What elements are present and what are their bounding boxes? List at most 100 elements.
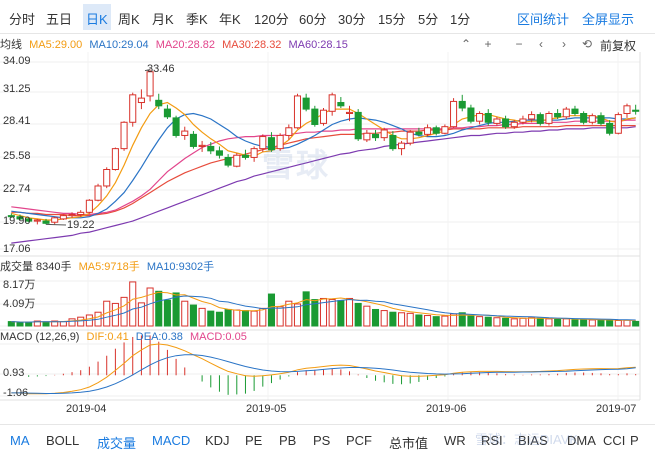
- price-tick-2: 31.25: [3, 83, 31, 95]
- volume-bar: [267, 293, 276, 327]
- volume-bar: [259, 307, 267, 327]
- volume-bar: [68, 318, 76, 327]
- volume-bar: [571, 319, 579, 327]
- candle-body: [354, 111, 362, 140]
- candle-body: [632, 109, 640, 112]
- volume-bar: [215, 311, 223, 327]
- macd-lines: [11, 343, 636, 395]
- candle-body: [146, 71, 154, 97]
- candle-body: [562, 108, 570, 118]
- indicator-tab-ma[interactable]: MA: [10, 433, 30, 448]
- volume-bar: [77, 316, 85, 327]
- price-tick-3: 28.41: [3, 115, 31, 127]
- candle-body: [224, 156, 232, 166]
- macd-tick-2: -1.06: [3, 387, 29, 399]
- volume-bar: [614, 319, 622, 327]
- indicator-tab-pb[interactable]: PB: [279, 433, 296, 448]
- candle-body: [337, 102, 345, 107]
- candle-body: [233, 154, 241, 167]
- volume-bar: [493, 317, 501, 327]
- volume-bar: [415, 314, 423, 327]
- candle-body: [328, 94, 336, 112]
- candle-body: [467, 107, 475, 122]
- candle-body: [137, 97, 145, 104]
- volume-bar: [467, 315, 475, 327]
- volume-bar: [233, 309, 241, 327]
- volume-bar: [476, 316, 484, 327]
- volume-bar: [545, 318, 553, 327]
- volume-bar: [389, 311, 397, 327]
- candle-body: [319, 109, 328, 124]
- volume-bar: [406, 312, 414, 327]
- macd-dea: DEA:0.38: [135, 331, 183, 343]
- price-tick-7: 17.06: [3, 243, 31, 255]
- candle-body: [363, 132, 371, 141]
- date-label-apr: 2019-04: [66, 403, 107, 415]
- volume-bar: [502, 317, 510, 327]
- indicator-tab-mktcap[interactable]: 总市值: [389, 433, 428, 452]
- volume-bar: [224, 308, 232, 327]
- candle-body: [450, 100, 458, 128]
- indicator-tab-wr[interactable]: WR: [444, 433, 466, 448]
- candle-body: [380, 129, 388, 139]
- volume-bar: [155, 290, 163, 327]
- volume-bar: [241, 310, 249, 327]
- volume-tick-2: 4.09万: [3, 298, 36, 310]
- candle-body: [424, 127, 432, 135]
- indicator-tab-volume[interactable]: 成交量: [97, 433, 136, 452]
- volume-legend: 成交量 8340手 MA5:9718手 MA10:9302手: [0, 258, 218, 274]
- volume-ma10: MA10:9302手: [146, 261, 215, 273]
- indicator-tab-pe[interactable]: PE: [245, 433, 262, 448]
- candle-body: [293, 95, 302, 129]
- candle-body: [285, 127, 293, 136]
- volume-bar: [606, 319, 614, 327]
- indicator-tab-ps[interactable]: PS: [313, 433, 330, 448]
- candle-body: [345, 111, 354, 114]
- kline-chart[interactable]: [0, 0, 655, 424]
- candle-body: [85, 199, 93, 213]
- volume-bar: [189, 304, 197, 327]
- price-tick-4: 25.58: [3, 150, 31, 162]
- indicator-tab-kdj[interactable]: KDJ: [205, 433, 230, 448]
- low-price-label: 19.22: [67, 219, 95, 231]
- indicator-tab-cci[interactable]: CCI: [603, 433, 625, 448]
- candle-body: [614, 114, 622, 134]
- indicator-tab-boll[interactable]: BOLL: [46, 433, 79, 448]
- candle-body: [623, 105, 631, 114]
- candle-body: [510, 121, 518, 128]
- volume-bar: [163, 299, 171, 327]
- price-tick-5: 22.74: [3, 183, 31, 195]
- date-label-jul: 2019-07: [596, 403, 637, 415]
- candle-body: [59, 215, 67, 220]
- volume-bar: [432, 316, 440, 327]
- indicator-tab-pcf[interactable]: PCF: [346, 433, 372, 448]
- candle-body: [198, 144, 206, 147]
- volume-bar: [337, 300, 345, 327]
- volume-bar: [519, 317, 527, 327]
- volume-bar: [25, 321, 33, 327]
- volume-bar: [129, 281, 137, 327]
- volume-bar: [528, 317, 536, 327]
- candle-body: [111, 148, 119, 171]
- volume-bar: [484, 316, 492, 327]
- candle-body: [415, 131, 423, 135]
- volume-title: 成交量 8340手: [0, 261, 72, 273]
- macd-dif: DIF:0.41: [86, 331, 129, 343]
- watermark-logo: 雪球: [262, 147, 331, 183]
- watermark-text: 雪球：志远DIAVK: [475, 432, 579, 447]
- candle-body: [51, 217, 59, 223]
- indicator-tab-macd[interactable]: MACD: [152, 433, 190, 448]
- candle-body: [406, 131, 414, 144]
- candle-body: [432, 127, 440, 134]
- candle-body: [606, 122, 614, 134]
- macd-legend: MACD (12,26,9) DIF:0.41 DEA:0.38 MACD:0.…: [0, 331, 251, 343]
- candle-body: [172, 117, 180, 136]
- candle-body: [68, 214, 76, 217]
- candle-body: [371, 133, 380, 139]
- volume-bar: [345, 297, 354, 327]
- candle-body: [458, 100, 466, 109]
- indicator-tab-more[interactable]: P: [630, 433, 639, 448]
- volume-bar: [198, 307, 206, 327]
- volume-bar: [536, 317, 544, 327]
- high-price-label: 33.46: [147, 63, 175, 75]
